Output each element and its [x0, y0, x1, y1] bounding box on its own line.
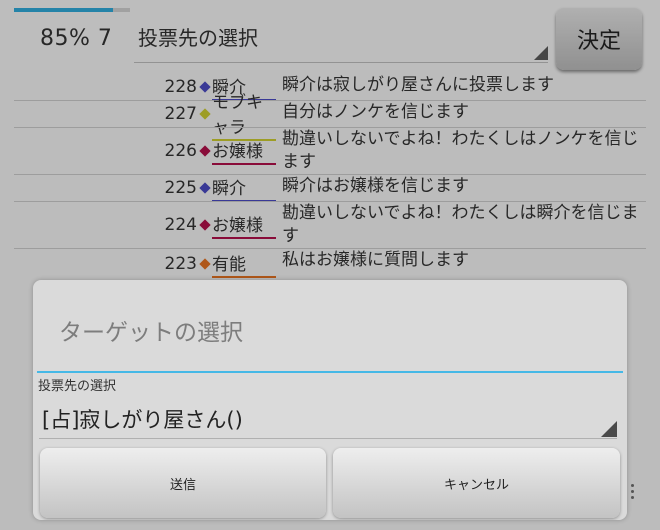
overflow-menu-icon[interactable]: [631, 484, 635, 502]
cancel-button[interactable]: キャンセル: [333, 448, 620, 518]
vote-field-label: 投票先の選択: [38, 379, 117, 394]
target-select-dialog: ターゲットの選択 投票先の選択 [占]寂しがり屋さん() 送信 キャンセル: [33, 280, 627, 520]
target-select[interactable]: [占]寂しがり屋さん(): [39, 394, 617, 439]
target-select-value: [占]寂しがり屋さん(): [42, 408, 243, 432]
dialog-title: ターゲットの選択: [59, 320, 243, 346]
title-divider: [37, 371, 623, 373]
send-button[interactable]: 送信: [40, 448, 326, 518]
dropdown-arrow-icon: [601, 421, 617, 437]
